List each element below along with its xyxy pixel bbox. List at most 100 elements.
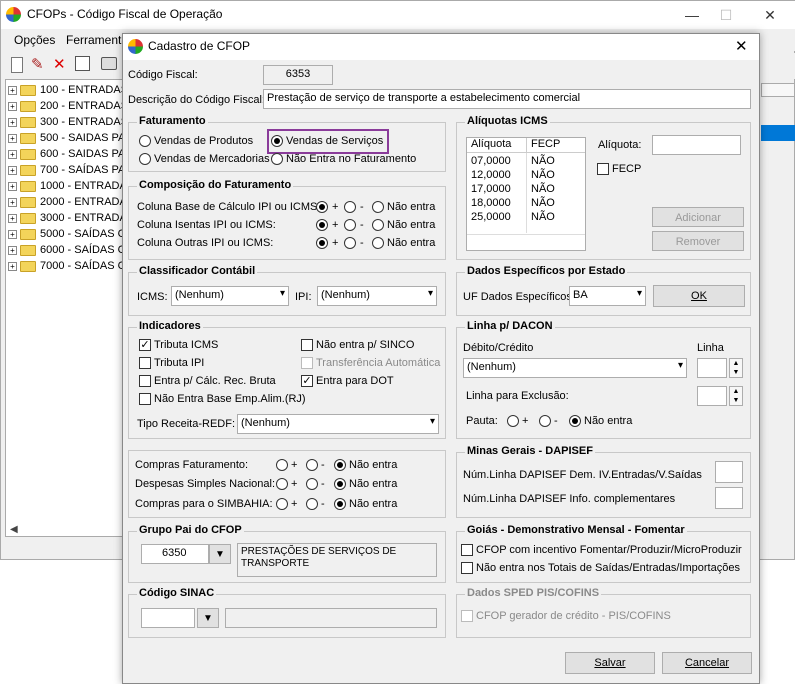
new-document-icon[interactable] [11,57,23,73]
salvar-button[interactable]: Salvar [565,652,655,674]
expand-icon[interactable]: + [8,213,17,223]
ok-button[interactable]: OK [653,285,745,307]
tree-item[interactable]: +6000 - SAÍDAS C [8,242,126,258]
menu-opcoes[interactable]: Opções [14,33,55,47]
selected-row[interactable] [761,125,795,141]
expand-icon[interactable]: + [8,85,17,95]
tree-item[interactable]: +7000 - SAÍDAS C [8,258,126,274]
sinac-dropdown-icon[interactable]: ▼ [197,608,219,628]
radio-despesas-plus[interactable] [276,478,288,490]
tree-item[interactable]: +100 - ENTRADAS [8,82,128,98]
radio-comp-outras-nao[interactable] [372,237,384,249]
nao-entra-totais-checkbox[interactable] [461,562,473,574]
aliquota-field[interactable] [652,135,741,155]
radio-vendas-servicos[interactable] [271,135,283,147]
uf-select[interactable]: BA [569,286,646,306]
ipi-select[interactable]: (Nenhum) [317,286,437,306]
radio-comp-outras-minus[interactable] [344,237,356,249]
nao-entra-base-checkbox[interactable] [139,393,151,405]
delete-icon[interactable]: ✕ [53,55,66,73]
tree-item[interactable]: +600 - SAIDAS PA [8,146,125,162]
expand-icon[interactable]: + [8,117,17,127]
tree-item[interactable]: +200 - ENTRADAS [8,98,128,114]
radio-comp-base-minus[interactable] [344,201,356,213]
grupo-pai-field[interactable]: 6350 [141,544,209,564]
entra-dot-checkbox[interactable]: ✓ [301,375,313,387]
radio-pauta-minus[interactable] [539,415,551,427]
minimize-icon[interactable]: — [677,5,707,25]
fomentar-checkbox[interactable] [461,544,473,556]
desc-field[interactable]: Prestação de serviço de transporte a est… [263,89,751,109]
grupo-pai-dropdown-icon[interactable]: ▼ [209,544,231,564]
radio-vendas-produtos[interactable] [139,135,151,147]
tree-item[interactable]: +500 - SAIDAS PA [8,130,125,146]
tree-item[interactable]: +2000 - ENTRADA [8,194,127,210]
maximize-icon[interactable]: ☐ [711,5,741,25]
radio-pauta-plus[interactable] [507,415,519,427]
col-fecp-header[interactable]: FECP [527,138,585,153]
exclusao-spinner-icon[interactable]: ▲ ▼ [729,386,743,406]
search-icon[interactable] [75,56,90,71]
radio-comp-outras-plus[interactable] [316,237,328,249]
expand-icon[interactable]: + [8,101,17,111]
debito-credito-select[interactable]: (Nenhum) [463,358,687,378]
radio-despesas-minus[interactable] [306,478,318,490]
radio-comp-isentas-minus[interactable] [344,219,356,231]
tree-item[interactable]: +3000 - ENTRADA [8,210,127,226]
minus-label: - [321,478,325,490]
radio-comp-isentas-plus[interactable] [316,219,328,231]
radio-compras-fat-plus[interactable] [276,459,288,471]
radio-simbahia-nao[interactable] [334,498,346,510]
linha-spinner-icon[interactable]: ▲ ▼ [729,358,743,378]
remover-button[interactable]: Remover [652,231,744,251]
expand-icon[interactable]: + [8,229,17,239]
linha-field[interactable] [697,358,727,378]
expand-icon[interactable]: + [8,149,17,159]
scroll-left-icon[interactable]: ◀ [10,524,18,535]
radio-compras-fat-nao[interactable] [334,459,346,471]
radio-comp-isentas-nao[interactable] [372,219,384,231]
expand-icon[interactable]: + [8,197,17,207]
radio-vendas-mercadorias[interactable] [139,153,151,165]
radio-nao-entra-fat[interactable] [271,153,283,165]
dialog-close-icon[interactable]: ✕ [735,37,748,55]
col-aliquota-header[interactable]: Alíquota [467,138,527,153]
expand-icon[interactable]: + [8,245,17,255]
expand-icon[interactable]: + [8,181,17,191]
radio-despesas-nao[interactable] [334,478,346,490]
edit-icon[interactable]: ✎ [31,55,44,73]
tree-item[interactable]: +1000 - ENTRADA [8,178,127,194]
sped-credito-checkbox[interactable] [461,610,473,622]
codigo-field[interactable]: 6353 [263,65,333,85]
close-icon[interactable]: ✕ [755,5,785,25]
radio-compras-fat-minus[interactable] [306,459,318,471]
tree-item[interactable]: +700 - SAÍDAS PA [8,162,125,178]
fecp-checkbox[interactable] [597,163,609,175]
expand-icon[interactable]: + [8,133,17,143]
tributa-icms-checkbox[interactable]: ✓ [139,339,151,351]
radio-simbahia-plus[interactable] [276,498,288,510]
radio-pauta-nao[interactable] [569,415,581,427]
tributa-ipi-checkbox[interactable] [139,357,151,369]
radio-comp-base-nao[interactable] [372,201,384,213]
sinac-field[interactable] [141,608,195,628]
tree-item[interactable]: +5000 - SAÍDAS C [8,226,126,242]
adicionar-button[interactable]: Adicionar [652,207,744,227]
dapisef-row1-field[interactable] [715,461,743,483]
nao-sinco-checkbox[interactable] [301,339,313,351]
linha-exclusao-field[interactable] [697,386,727,406]
radio-simbahia-minus[interactable] [306,498,318,510]
cfop-tree[interactable]: +100 - ENTRADAS +200 - ENTRADAS +300 - E… [5,79,128,537]
transferencia-checkbox[interactable] [301,357,313,369]
radio-comp-base-plus[interactable] [316,201,328,213]
dapisef-row2-field[interactable] [715,487,743,509]
entra-calc-checkbox[interactable] [139,375,151,387]
aliquotas-table[interactable]: Alíquota FECP 07,0000 NÃO 12,0000 NÃO 17,0… [466,137,586,251]
icms-select[interactable]: (Nenhum) [171,286,289,306]
print-icon[interactable] [101,57,117,70]
expand-icon[interactable]: + [8,261,17,271]
tree-item[interactable]: +300 - ENTRADAS [8,114,128,130]
expand-icon[interactable]: + [8,165,17,175]
tipo-receita-select[interactable]: (Nenhum) [237,414,439,434]
cancelar-button[interactable]: Cancelar [662,652,752,674]
